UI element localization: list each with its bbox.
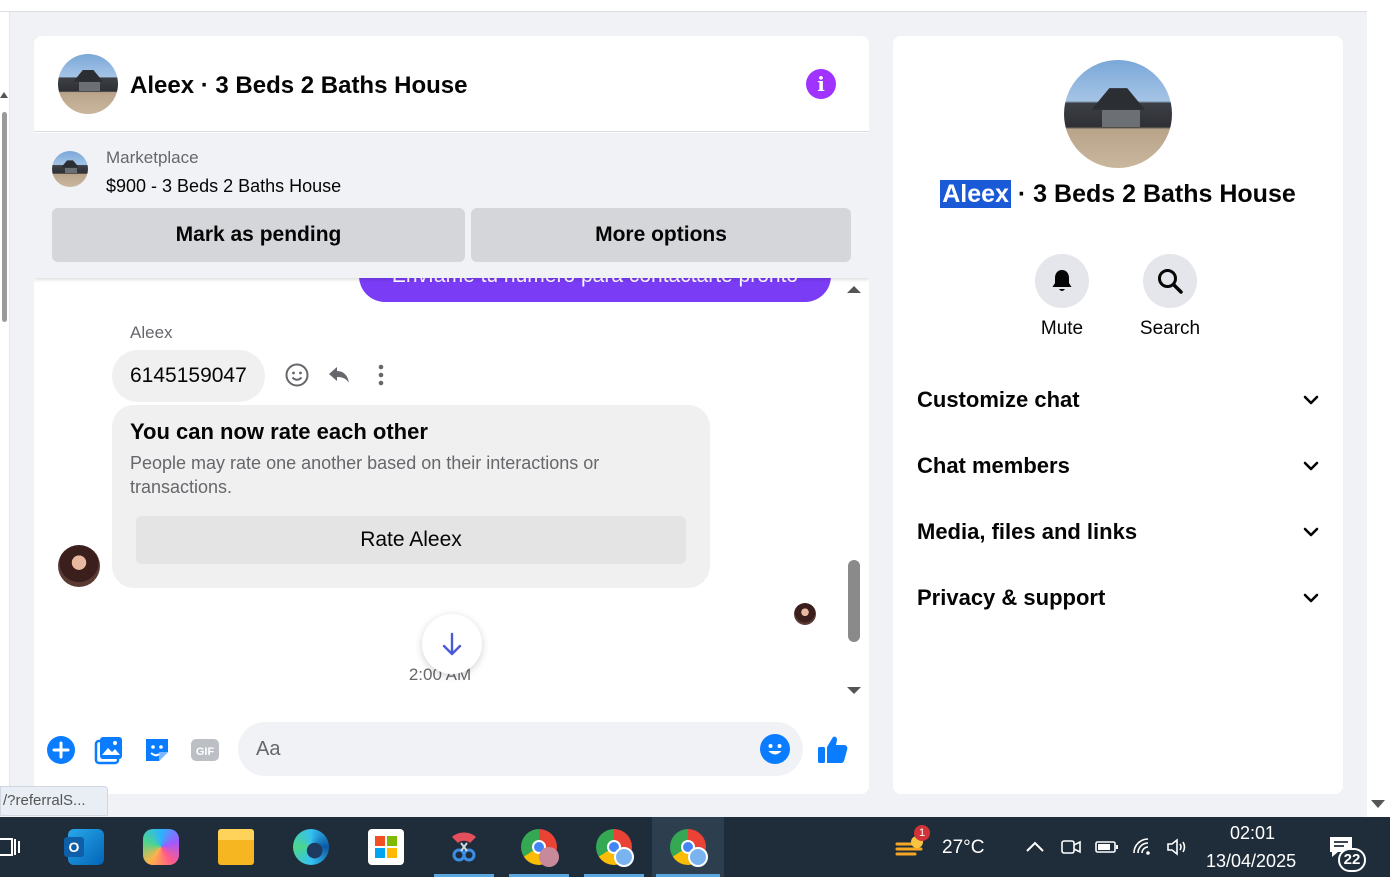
listing-title[interactable]: $900 - 3 Beds 2 Baths House (106, 176, 341, 197)
search-button[interactable]: Search (1125, 254, 1215, 340)
photo-icon[interactable] (92, 733, 126, 767)
section-privacy-support[interactable]: Privacy & support (917, 577, 1322, 617)
rate-user-button[interactable]: Rate Aleex (136, 516, 686, 564)
sticker-icon[interactable] (140, 733, 174, 767)
message-composer: GIF Aa (34, 718, 869, 794)
gif-icon[interactable]: GIF (188, 733, 222, 767)
more-vertical-icon[interactable] (368, 362, 394, 388)
left-scrollbar[interactable] (0, 12, 10, 807)
task-view-icon[interactable] (0, 817, 42, 877)
reply-icon[interactable] (326, 362, 352, 388)
react-emoji-icon[interactable] (284, 362, 310, 388)
mute-label: Mute (1040, 318, 1084, 339)
copilot-app-icon[interactable] (127, 817, 195, 877)
chrome-profile-1-icon[interactable] (505, 817, 573, 877)
section-label: Privacy & support (917, 585, 1106, 610)
section-media-files-links[interactable]: Media, files and links (917, 511, 1322, 551)
message-list[interactable]: Envíame tu número para contactarte pront… (34, 278, 869, 718)
rating-prompt-card: You can now rate each other People may r… (112, 405, 710, 588)
section-chat-members[interactable]: Chat members (917, 445, 1322, 485)
scroll-thumb[interactable] (848, 560, 860, 642)
chevron-up-icon[interactable] (1024, 837, 1046, 857)
plus-circle-icon[interactable] (44, 733, 78, 767)
message-actions (284, 362, 394, 388)
outlook-app-icon[interactable]: O (52, 817, 120, 877)
emoji-icon[interactable] (760, 734, 790, 764)
scroll-down-arrow[interactable] (847, 687, 861, 694)
scroll-to-bottom-button[interactable] (422, 614, 482, 674)
camera-icon[interactable] (1060, 837, 1082, 857)
volume-icon[interactable] (1166, 837, 1188, 857)
info-title-highlight: Aleex (940, 180, 1011, 208)
wifi-icon[interactable] (1132, 837, 1154, 857)
search-label: Search (1139, 318, 1201, 339)
thumbs-up-icon[interactable] (816, 733, 850, 767)
info-title-rest: · 3 Beds 2 Baths House (1010, 180, 1296, 208)
section-label: Customize chat (917, 387, 1080, 412)
info-icon[interactable]: i (806, 69, 836, 99)
search-icon (1143, 254, 1197, 308)
snipping-tool-icon[interactable] (430, 817, 498, 877)
weather-badge: 1 (914, 825, 930, 841)
chat-avatar[interactable] (58, 54, 118, 114)
marketplace-listing-banner: Marketplace $900 - 3 Beds 2 Baths House … (34, 133, 869, 278)
page-scroll-down-arrow[interactable] (1371, 800, 1385, 808)
mute-button[interactable]: Mute (1017, 254, 1107, 340)
message-input[interactable]: Aa (238, 722, 803, 776)
section-label: Media, files and links (917, 519, 1138, 544)
scroll-up-arrow[interactable] (847, 286, 861, 293)
conversation-info-panel: Aleex · 3 Beds 2 Baths House Mute Search… (893, 36, 1343, 794)
sender-avatar[interactable] (58, 545, 100, 587)
message-input-placeholder: Aa (256, 738, 281, 760)
section-label: Chat members (917, 453, 1070, 478)
rating-prompt-description: People may rate one another based on the… (130, 453, 600, 497)
section-customize-chat[interactable]: Customize chat (917, 379, 1322, 419)
weather-temperature[interactable]: 27°C (942, 837, 984, 859)
sent-message[interactable]: Envíame tu número para contactarte pront… (359, 278, 831, 302)
microsoft-store-icon[interactable] (352, 817, 420, 877)
chat-title[interactable]: Aleex · 3 Beds 2 Baths House (130, 72, 467, 100)
page-scrollbar[interactable] (1367, 0, 1390, 817)
clock-time[interactable]: 02:01 (1230, 823, 1275, 844)
bell-icon (1035, 254, 1089, 308)
info-avatar[interactable] (1064, 60, 1172, 168)
chevron-down-icon (1303, 395, 1319, 405)
chevron-down-icon (1303, 527, 1319, 537)
info-title[interactable]: Aleex · 3 Beds 2 Baths House (893, 180, 1343, 209)
file-explorer-icon[interactable] (202, 817, 270, 877)
url-status-tooltip: /?referralS... (0, 786, 108, 816)
chrome-profile-2-icon[interactable] (580, 817, 648, 877)
edge-browser-icon[interactable] (277, 817, 345, 877)
listing-source: Marketplace (106, 148, 199, 167)
sender-name: Aleex (130, 323, 173, 342)
chevron-down-icon (1303, 461, 1319, 471)
left-scroll-thumb[interactable] (2, 112, 7, 322)
chat-header: Aleex · 3 Beds 2 Baths House i (34, 36, 869, 132)
mark-as-pending-button[interactable]: Mark as pending (52, 208, 465, 262)
svg-text:GIF: GIF (196, 746, 215, 758)
left-scroll-up-arrow[interactable] (0, 92, 8, 98)
rating-prompt-title: You can now rate each other (130, 419, 428, 444)
weather-icon[interactable] (880, 817, 940, 877)
received-message[interactable]: 6145159047 (112, 350, 265, 402)
seen-receipt-avatar (794, 603, 816, 625)
notifications-count: 22 (1338, 848, 1366, 872)
listing-thumbnail[interactable] (52, 151, 88, 187)
chevron-down-icon (1303, 593, 1319, 603)
browser-top-strip (0, 0, 1367, 12)
chat-panel: Aleex · 3 Beds 2 Baths House i Marketpla… (34, 36, 869, 794)
windows-taskbar: O 1 27°C 02:01 13/04/2025 22 (0, 817, 1390, 877)
arrow-down-icon (442, 632, 462, 656)
more-options-button[interactable]: More options (471, 208, 851, 262)
message-scrollbar[interactable] (842, 278, 866, 708)
clock-date[interactable]: 13/04/2025 (1206, 851, 1296, 872)
battery-icon[interactable] (1095, 837, 1118, 857)
chrome-profile-3-icon[interactable] (652, 817, 724, 877)
